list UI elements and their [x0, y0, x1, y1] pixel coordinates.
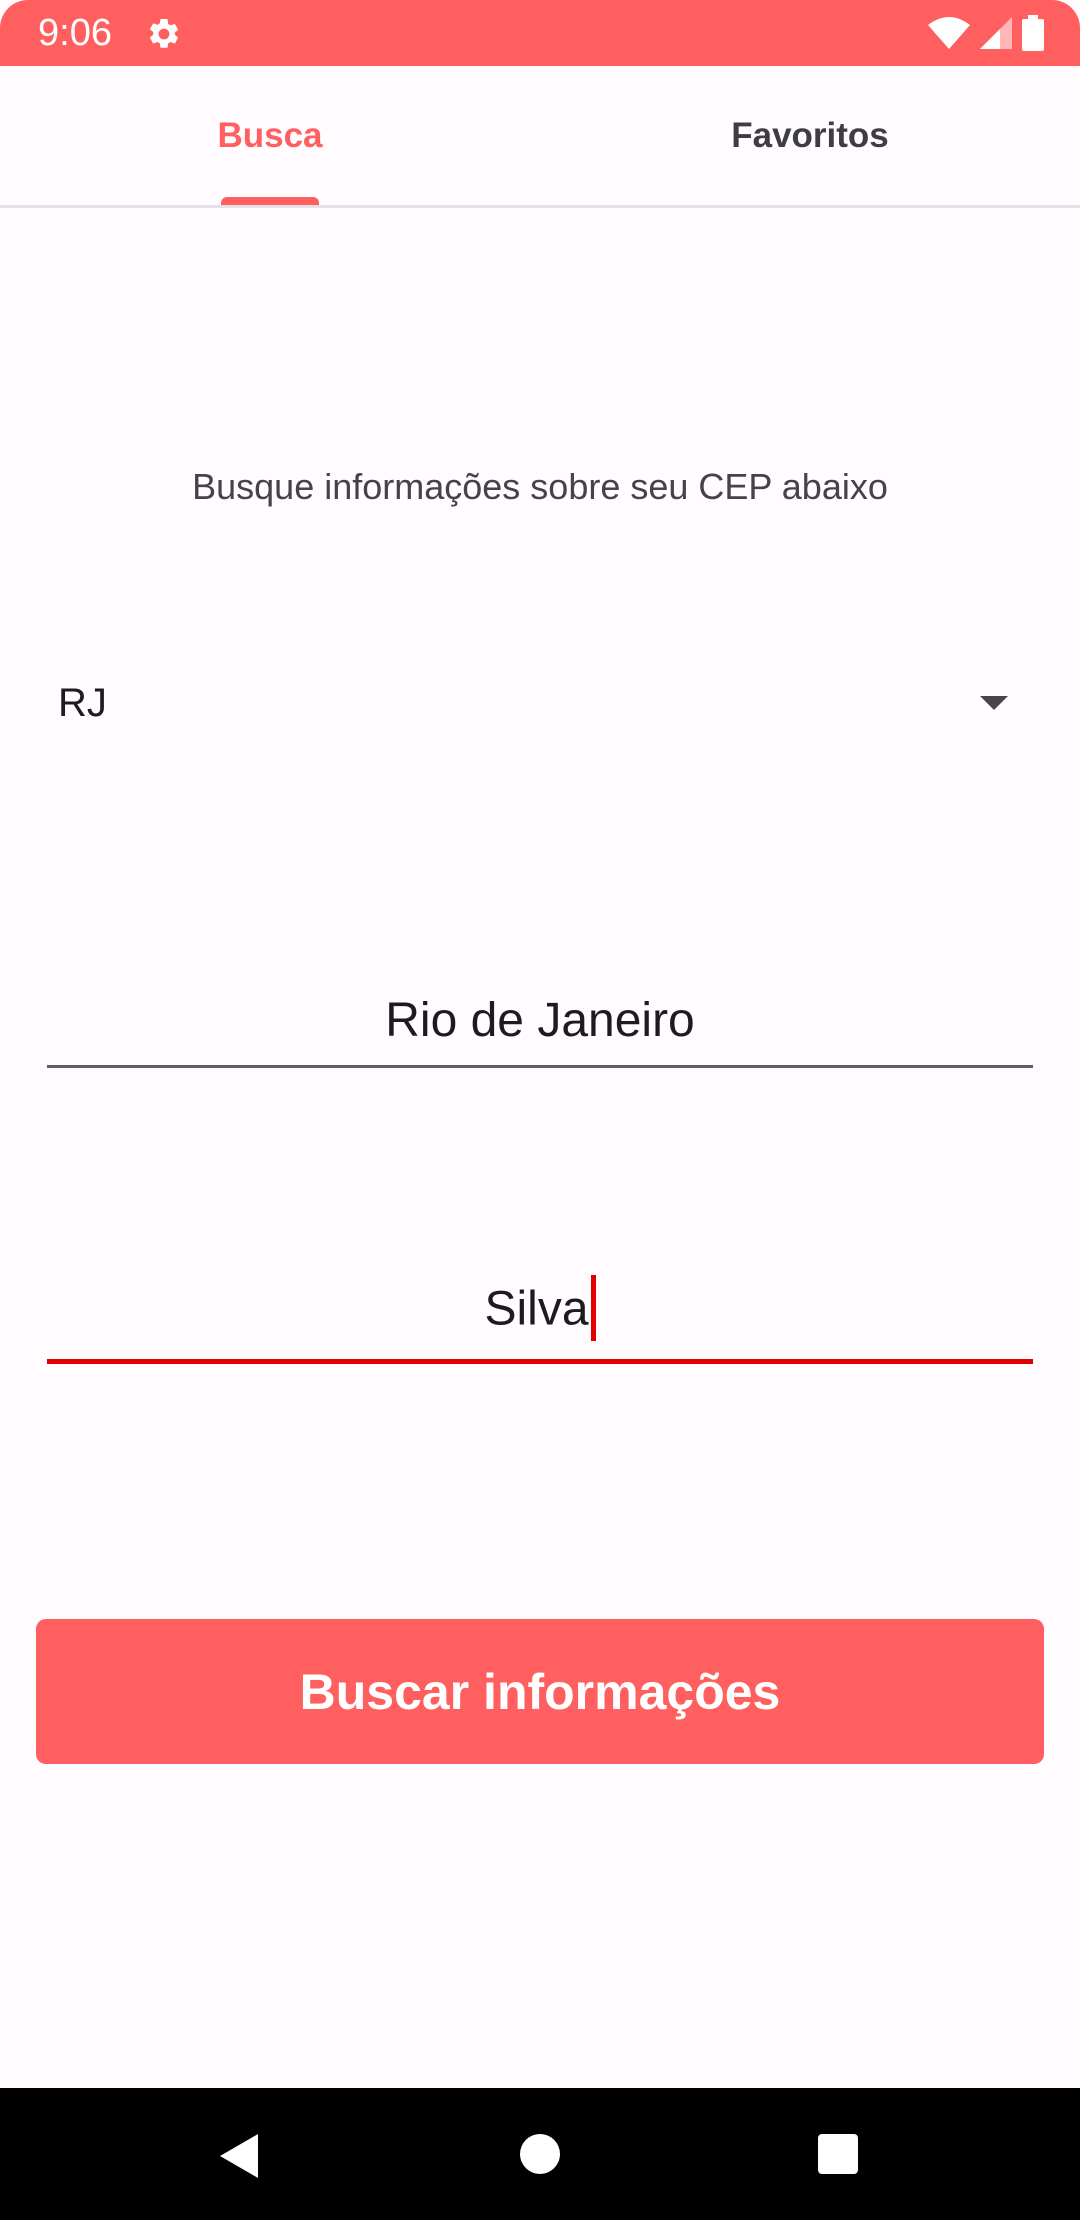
- dropdown-arrow-icon: [980, 696, 1008, 710]
- tab-indicator: [221, 197, 319, 205]
- street-input[interactable]: Silva: [47, 1274, 1033, 1364]
- state-spinner[interactable]: RJ: [48, 660, 1008, 748]
- gear-icon: [150, 18, 179, 48]
- tab-bar: Busca Favoritos: [0, 66, 1080, 208]
- subtitle: Busque informações sobre seu CEP abaixo: [192, 466, 888, 507]
- back-icon[interactable]: [220, 2134, 258, 2178]
- screen: 9:06 Busca Favoritos Busque informações …: [0, 0, 1080, 2220]
- tab-favoritos[interactable]: Favoritos: [540, 66, 1080, 205]
- street-input-text: Silva: [47, 1275, 1033, 1345]
- street-input-value: Silva: [484, 1282, 589, 1336]
- navigation-bar: [0, 2088, 1080, 2220]
- text-cursor: [590, 1275, 596, 1341]
- tab-busca[interactable]: Busca: [0, 66, 540, 205]
- status-time: 9:06: [38, 12, 112, 54]
- status-bar: 9:06: [0, 0, 1080, 66]
- home-icon[interactable]: [520, 2134, 560, 2174]
- recents-icon[interactable]: [818, 2134, 858, 2174]
- city-input[interactable]: Rio de Janeiro: [47, 978, 1033, 1068]
- signal-icon: [980, 17, 1012, 49]
- wifi-icon: [928, 17, 970, 49]
- city-input-value: Rio de Janeiro: [385, 994, 695, 1047]
- search-button[interactable]: Buscar informações: [36, 1619, 1044, 1764]
- state-spinner-value: RJ: [58, 681, 107, 725]
- battery-icon: [1022, 15, 1044, 51]
- status-icons: [928, 14, 1044, 52]
